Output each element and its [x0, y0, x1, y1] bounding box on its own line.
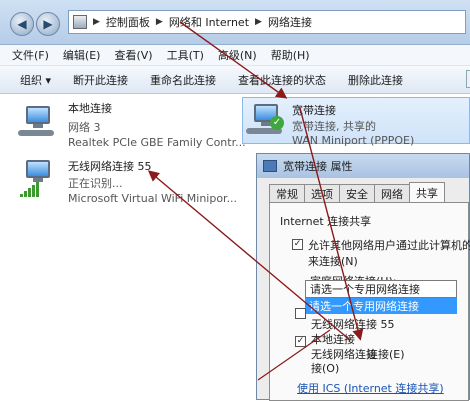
organize-button[interactable]: 组织 ▾: [20, 72, 51, 88]
dialog-tabs: 常规 选项 安全 网络 共享: [269, 182, 445, 203]
properties-dialog: 宽带连接 属性 常规 选项 安全 网络 共享 Internet 连接共享 ✓ 允…: [256, 153, 470, 401]
menu-bar: 文件(F) 编辑(E) 查看(V) 工具(T) 高级(N) 帮助(H): [0, 45, 470, 66]
connection-name: 无线网络连接 55: [68, 160, 152, 173]
broadband-network-icon: ✓: [246, 104, 284, 138]
dialog-title: 宽带连接 属性: [283, 160, 353, 173]
network-icon: [263, 160, 277, 172]
menu-help[interactable]: 帮助(H): [271, 47, 310, 63]
connection-status: 网络 3: [68, 121, 101, 134]
tab-networking[interactable]: 网络: [374, 184, 410, 203]
view-options-icon[interactable]: [466, 70, 470, 88]
view-status-button[interactable]: 查看此连接的状态: [238, 72, 326, 88]
breadcrumb-control-panel[interactable]: 控制面板: [106, 14, 150, 30]
menu-tools[interactable]: 工具(T): [167, 47, 204, 63]
allow-share-checkbox[interactable]: ✓: [292, 239, 303, 250]
rename-button[interactable]: 重命名此连接: [150, 72, 216, 88]
breadcrumb-network-internet[interactable]: 网络和 Internet: [169, 14, 249, 30]
signal-bars-icon: [20, 182, 39, 197]
menu-file[interactable]: 文件(F): [12, 47, 49, 63]
connection-name: 本地连接: [68, 102, 112, 115]
chevron-right-icon: ▶: [255, 17, 262, 27]
menu-advanced[interactable]: 高级(N): [218, 47, 257, 63]
breadcrumb[interactable]: ▶ 控制面板 ▶ 网络和 Internet ▶ 网络连接: [68, 10, 466, 34]
command-bar: 组织 ▾ 断开此连接 重命名此连接 查看此连接的状态 删除此连接: [0, 66, 470, 94]
tab-security[interactable]: 安全: [339, 184, 375, 203]
home-network-select[interactable]: 请选一个专用网络连接: [305, 280, 457, 298]
allow-control-checkbox[interactable]: [295, 308, 306, 319]
back-button[interactable]: ◀: [10, 12, 34, 36]
connection-status: 宽带连接, 共享的: [292, 120, 376, 133]
address-bar: ◀ ▶ ▶ 控制面板 ▶ 网络和 Internet ▶ 网络连接: [0, 0, 470, 45]
control-panel-icon: [73, 15, 87, 29]
ics-group-title: Internet 连接共享: [280, 215, 372, 228]
connection-device: WAN Miniport (PPPOE): [292, 134, 415, 147]
disconnect-button[interactable]: 断开此连接: [73, 72, 128, 88]
connection-device: Realtek PCIe GBE Family Contr...: [68, 136, 246, 149]
dropdown-option-local[interactable]: 本地连接: [311, 331, 355, 347]
connection-name: 宽带连接: [292, 104, 336, 117]
option-tail-1: 连接(E): [367, 348, 405, 361]
allow-share-label-2: 来连接(N): [308, 255, 358, 268]
dropdown-option-label: 请选一个专用网络连接: [309, 300, 419, 313]
forward-arrow-icon: ▶: [43, 17, 53, 31]
breadcrumb-network-connections[interactable]: 网络连接: [268, 14, 312, 30]
option-tail-2: 接(O): [311, 362, 340, 375]
connection-status: 正在识别...: [68, 177, 123, 190]
tab-general[interactable]: 常规: [269, 184, 305, 203]
wired-network-icon: [18, 106, 54, 140]
menu-view[interactable]: 查看(V): [114, 47, 152, 63]
allow-share-label: 允许其他网络用户通过此计算机的: [308, 239, 470, 252]
connection-device: Microsoft Virtual WiFi Minipor...: [68, 192, 238, 205]
delete-button[interactable]: 删除此连接: [348, 72, 403, 88]
connected-check-icon: ✓: [270, 116, 284, 130]
chevron-right-icon: ▶: [155, 17, 163, 27]
tab-sharing[interactable]: 共享: [409, 182, 445, 203]
back-arrow-icon: ◀: [17, 17, 27, 31]
ics-help-link[interactable]: 使用 ICS (Internet 连接共享): [297, 380, 444, 396]
dialog-title-bar[interactable]: 宽带连接 属性: [257, 154, 469, 178]
chevron-right-icon: ▶: [93, 17, 100, 27]
allow-other-checkbox[interactable]: ✓: [295, 336, 306, 347]
menu-edit[interactable]: 编辑(E): [63, 47, 101, 63]
forward-button[interactable]: ▶: [36, 12, 60, 36]
tab-options[interactable]: 选项: [304, 184, 340, 203]
dropdown-option-selected[interactable]: 请选一个专用网络连接: [305, 298, 457, 314]
wireless-network-icon: [18, 160, 54, 197]
dropdown-option-wireless-55[interactable]: 无线网络连接 55: [311, 316, 395, 332]
home-network-value: 请选一个专用网络连接: [310, 283, 420, 296]
